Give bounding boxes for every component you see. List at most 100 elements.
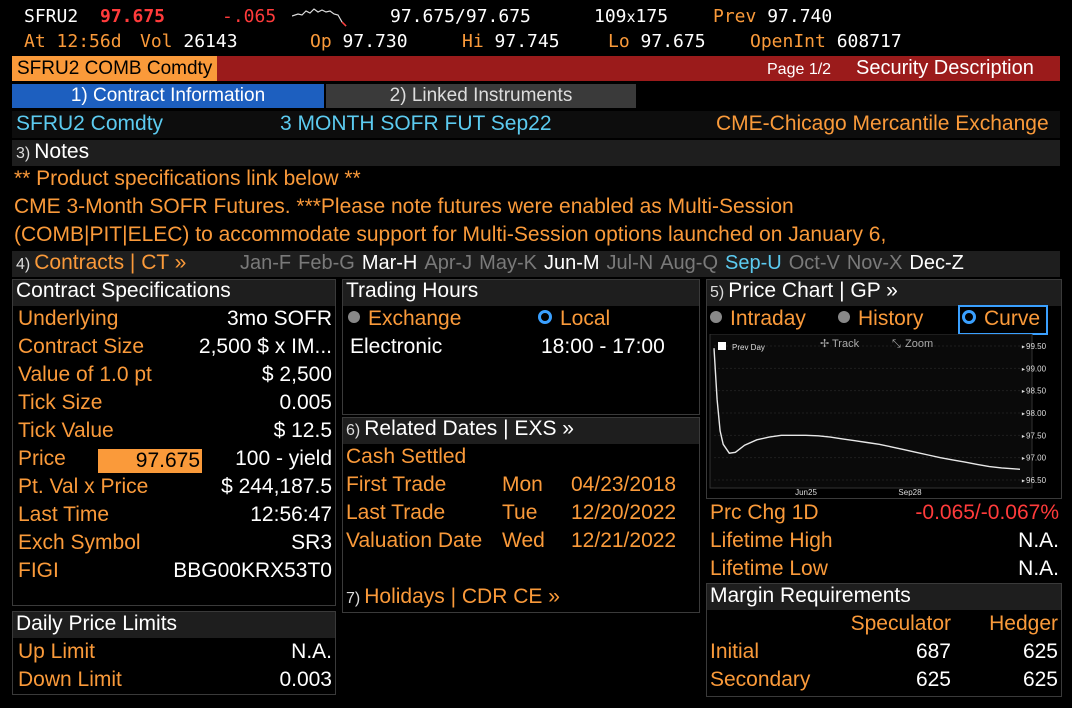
contract-month-3[interactable]: Apr-J xyxy=(424,252,472,274)
contract-month-9[interactable]: Oct-V xyxy=(789,252,840,274)
x-tick-label: Jun25 xyxy=(795,488,817,496)
radio-off-icon xyxy=(348,311,360,324)
radio-on-icon xyxy=(538,310,552,325)
x-axis: Jun25 Sep28 xyxy=(795,488,922,496)
page-indicator: Page 1/2 xyxy=(767,61,832,78)
legend-label: Prev Day xyxy=(732,343,765,352)
spec-value-4: $ 12.5 xyxy=(273,419,332,442)
hours-option-local[interactable]: Local xyxy=(538,307,610,331)
y-tick-mark: ▸ xyxy=(1021,387,1026,396)
spec-label-1: Contract Size xyxy=(18,335,145,358)
security-field[interactable]: SFRU2 COMB Comdty xyxy=(12,56,218,81)
legend-swatch xyxy=(718,342,726,350)
notes-header[interactable] xyxy=(12,140,1060,166)
y-tick-label: 98.00 xyxy=(1026,409,1047,418)
contract-month-0[interactable]: Jan-F xyxy=(240,252,291,274)
contract-month-10[interactable]: Nov-X xyxy=(847,252,903,274)
date-day-1: Tue xyxy=(502,501,538,524)
spec-value-5: 100 - yield xyxy=(235,447,332,470)
security-exchange: CME-Chicago Mercantile Exchange xyxy=(716,112,1049,135)
up-limit-label: Up Limit xyxy=(18,640,96,663)
contract-month-4[interactable]: May-K xyxy=(479,252,537,274)
margin-initial-spec: 687 xyxy=(915,640,951,663)
open-interest: OpenInt 608717 xyxy=(750,31,902,52)
hours-option-exchange[interactable]: Exchange xyxy=(348,307,461,331)
zoom-button[interactable]: ⤡ Zoom xyxy=(892,338,933,350)
contract-month-2[interactable]: Mar-H xyxy=(362,252,418,274)
notes-title[interactable]: 3) Notes xyxy=(16,140,89,164)
lifetime-low-value: N.A. xyxy=(1018,557,1059,580)
spec-value-0: 3mo SOFR xyxy=(226,307,332,330)
date-label-0: First Trade xyxy=(346,473,447,496)
screen-title: Security Description xyxy=(856,57,1034,79)
svg-text:⤡: ⤡ xyxy=(892,338,901,350)
spec-label-8: Exch Symbol xyxy=(18,531,141,554)
y-tick-mark: ▸ xyxy=(1021,409,1026,418)
session-label: Electronic xyxy=(350,335,443,358)
date-date-0: 04/23/2018 xyxy=(571,473,677,496)
spec-value-7: 12:56:47 xyxy=(250,503,332,526)
price-input[interactable]: 97.675 xyxy=(98,449,202,473)
down-limit-label: Down Limit xyxy=(18,668,122,691)
chart-option-history[interactable]: History xyxy=(838,307,923,331)
contract-month-1[interactable]: Feb-G xyxy=(298,252,355,274)
contract-month-11[interactable]: Dec-Z xyxy=(909,252,963,274)
spec-label-7: Last Time xyxy=(18,503,110,526)
contract-month-8[interactable]: Sep-U xyxy=(725,252,782,274)
date-label-1: Last Trade xyxy=(346,501,446,524)
contracts-link[interactable]: 4) Contracts | CT » xyxy=(16,251,186,275)
margin-col-hedger: Hedger xyxy=(989,612,1058,635)
spec-value-2: $ 2,500 xyxy=(261,363,332,386)
contract-month-6[interactable]: Jul-N xyxy=(607,252,654,274)
limits-title: Daily Price Limits xyxy=(16,612,178,635)
security-name: 3 MONTH SOFR FUT Sep22 xyxy=(280,112,552,135)
radio-off-icon xyxy=(710,311,722,324)
session-value: 18:00 - 17:00 xyxy=(541,335,665,358)
spec-label-9: FIGI xyxy=(18,559,59,582)
margin-initial-hedge: 625 xyxy=(1022,640,1058,663)
chart-title[interactable]: 5) Price Chart | GP » xyxy=(710,279,898,303)
track-button[interactable]: ✢ Track xyxy=(820,338,860,350)
prc-chg-label: Prc Chg 1D xyxy=(710,501,819,524)
svg-text:Track: Track xyxy=(832,338,860,350)
security-ticker: SFRU2 Comdty xyxy=(16,112,164,135)
spec-label-0: Underlying xyxy=(18,307,119,330)
date-day-0: Mon xyxy=(502,473,543,496)
y-tick-label: 97.00 xyxy=(1026,454,1047,463)
prev-close: Prev 97.740 xyxy=(713,6,833,27)
high-price: Hi 97.745 xyxy=(462,31,560,52)
date-date-2: 12/21/2022 xyxy=(571,529,677,552)
spec-label-3: Tick Size xyxy=(18,391,103,414)
tab-linked-instruments[interactable]: 2) Linked Instruments xyxy=(326,84,636,108)
lifetime-high-label: Lifetime High xyxy=(710,529,833,552)
tab-contract-information[interactable]: 1) Contract Information xyxy=(12,84,324,108)
contract-month-7[interactable]: Aug-Q xyxy=(660,252,718,274)
date-date-1: 12/20/2022 xyxy=(571,501,677,524)
quote-ticker: SFRU2 xyxy=(24,6,79,27)
spec-value-9: BBG00KRX53T0 xyxy=(173,559,332,582)
date-label-2: Valuation Date xyxy=(346,529,483,552)
prc-chg-value: -0.065/-0.067% xyxy=(915,501,1059,524)
y-tick-mark: ▸ xyxy=(1021,342,1026,351)
lifetime-high-value: N.A. xyxy=(1018,529,1059,552)
hours-title: Trading Hours xyxy=(346,279,479,302)
chart-option-intraday[interactable]: Intraday xyxy=(710,307,806,331)
bid-ask-size: 109x175 xyxy=(594,6,669,27)
dates-title[interactable]: 6) Related Dates | EXS » xyxy=(346,417,574,441)
up-limit-value: N.A. xyxy=(291,640,332,663)
margin-col-speculator: Speculator xyxy=(850,612,951,635)
spec-label-2: Value of 1.0 pt xyxy=(18,363,152,386)
contract-months: Jan-F Feb-G Mar-H Apr-J May-K Jun-M Jul-N Aug-Q… xyxy=(240,251,971,275)
spec-value-6: $ 244,187.5 xyxy=(221,475,332,498)
specs-title: Contract Specifications xyxy=(16,279,231,302)
contract-month-5[interactable]: Jun-M xyxy=(544,252,600,274)
y-tick-mark: ▸ xyxy=(1021,454,1026,463)
down-limit-value: 0.003 xyxy=(279,668,332,691)
margin-secondary-spec: 625 xyxy=(915,668,951,691)
svg-text:Zoom: Zoom xyxy=(905,338,933,350)
margin-initial-label: Initial xyxy=(710,640,760,663)
chart-option-curve[interactable]: Curve xyxy=(958,305,1049,335)
holidays-link[interactable]: 7) Holidays | CDR CE » xyxy=(346,585,560,609)
curve-chart[interactable]: Prev Day ✢ Track ⤡ Zoom 99.50▸99.00▸98.5… xyxy=(708,334,1060,496)
quote-change: -.065 xyxy=(222,6,277,27)
